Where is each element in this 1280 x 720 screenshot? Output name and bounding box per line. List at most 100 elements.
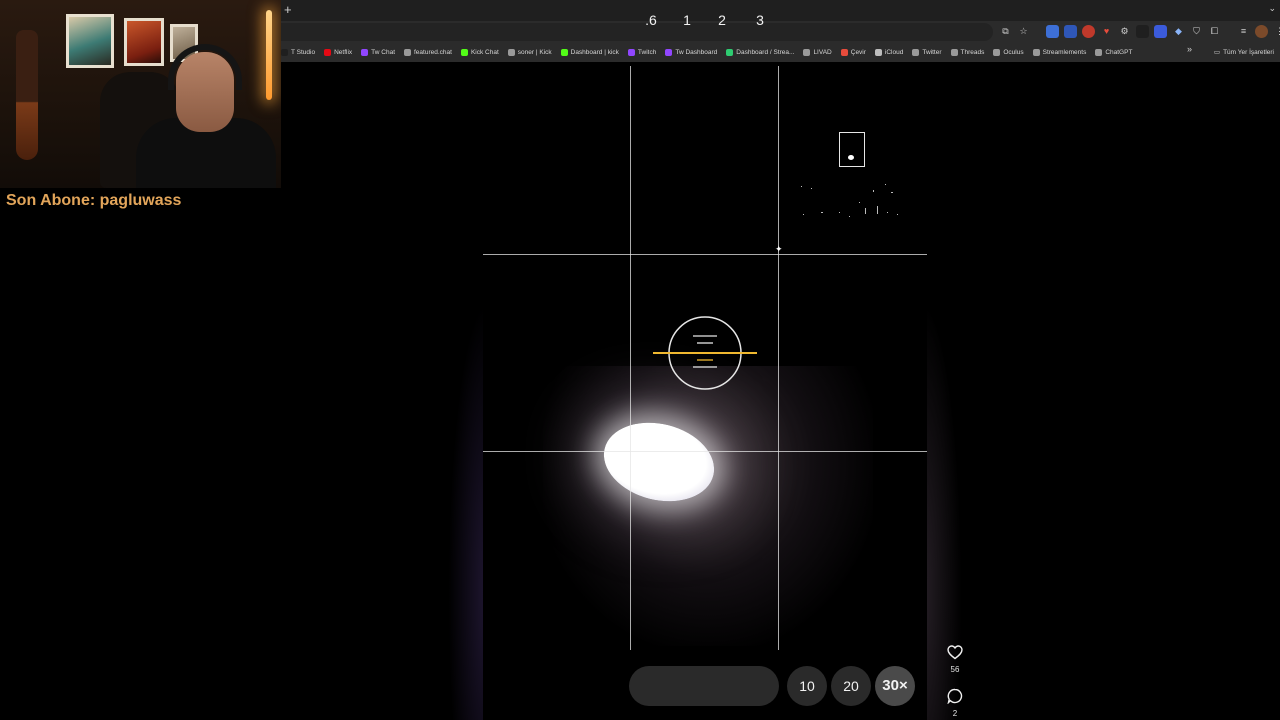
- bookmarks-bar: T Studio Netflix Tw Chat featured.chat Kick …: [281, 44, 1280, 60]
- bookmark-item[interactable]: Dashboard | kick: [560, 48, 619, 56]
- bookmark-item[interactable]: soner | Kick: [507, 48, 552, 56]
- dashboard-icon: [726, 48, 734, 56]
- folder-icon: ▭: [1213, 49, 1221, 56]
- browser-window-chrome: + ⌄ ⧉ ☆ ♥ ⚙ ◆ ⛉ ⧠ ≡ ⋮ T Studio Netflix Tw …: [281, 0, 1280, 62]
- profile-avatar-icon[interactable]: [1255, 25, 1268, 38]
- zoom-10-button[interactable]: 10: [787, 666, 827, 706]
- zoom-20-button[interactable]: 20: [831, 666, 871, 706]
- translate-icon: [840, 48, 848, 56]
- bookmark-label: Threads: [960, 48, 985, 56]
- heart-icon[interactable]: [947, 645, 963, 660]
- toolbar-icons: ⧉ ☆ ♥ ⚙ ◆ ⛉ ⧠ ≡ ⋮: [999, 25, 1280, 38]
- screen-noise: [801, 184, 898, 217]
- bookmark-star-icon[interactable]: ☆: [1017, 25, 1030, 38]
- install-app-icon[interactable]: ⧉: [999, 25, 1012, 38]
- extension-icon[interactable]: ⚙: [1118, 25, 1131, 38]
- bookmark-label: Kick Chat: [470, 48, 499, 56]
- kick-icon: [460, 48, 468, 56]
- bookmark-item[interactable]: Tw Chat: [361, 48, 395, 56]
- bookmark-item[interactable]: Çevir: [840, 48, 866, 56]
- bookmark-label: Twitter: [922, 48, 942, 56]
- bookmark-label: LIVAD: [813, 48, 832, 56]
- globe-icon: [993, 48, 1001, 56]
- zoom-selector: [629, 666, 779, 706]
- bookmark-label: Dashboard / Strea...: [736, 48, 795, 56]
- globe-icon: [950, 48, 958, 56]
- extension-icon[interactable]: [1046, 25, 1059, 38]
- comments-count: 2: [952, 709, 958, 718]
- bookmark-label: Tw Chat: [371, 48, 395, 56]
- comment-action[interactable]: 2: [944, 688, 966, 718]
- zoom-3-button[interactable]: 3: [750, 0, 770, 40]
- bookmark-item[interactable]: Twitter: [912, 48, 942, 56]
- shield-icon[interactable]: ⛉: [1190, 25, 1203, 38]
- bookmark-item[interactable]: ChatGPT: [1095, 48, 1133, 56]
- zoom-preview-box: [839, 132, 865, 167]
- bookmark-label: iCloud: [884, 48, 904, 56]
- grid-line: [778, 66, 779, 650]
- camera-viewfinder[interactable]: ✦: [483, 66, 927, 720]
- extensions-puzzle-icon[interactable]: ⧠: [1208, 25, 1221, 38]
- globe-icon: [803, 48, 811, 56]
- zoom-1-button[interactable]: 1: [677, 0, 697, 40]
- wall-frame: [124, 18, 164, 66]
- cloud-haze: [543, 366, 873, 646]
- bookmark-item[interactable]: featured.chat: [404, 48, 452, 56]
- bookmark-item[interactable]: LIVAD: [803, 48, 832, 56]
- bookmark-item[interactable]: Dashboard / Strea...: [726, 48, 795, 56]
- webcam-feed: [0, 0, 281, 188]
- address-bar-row: ⧉ ☆ ♥ ⚙ ◆ ⛉ ⧠ ≡ ⋮: [281, 21, 1280, 43]
- tab-strip: + ⌄: [281, 0, 1280, 21]
- bookmark-item[interactable]: T Studio: [281, 48, 316, 56]
- extension-icon[interactable]: ♥: [1100, 25, 1113, 38]
- bookmark-item[interactable]: Threads: [950, 48, 985, 56]
- bookmark-item[interactable]: Streamlements: [1032, 48, 1087, 56]
- browser-menu-icon[interactable]: ⋮: [1273, 25, 1280, 38]
- apple-icon: [874, 48, 882, 56]
- globe-icon: [507, 48, 515, 56]
- studio-icon: [281, 48, 288, 56]
- all-bookmarks-button[interactable]: ▭ Tüm Yer İşaretleri: [1213, 48, 1274, 57]
- globe-icon: [912, 48, 920, 56]
- netflix-icon: [324, 48, 332, 56]
- bookmark-label: Dashboard | kick: [570, 48, 619, 56]
- bookmark-label: Twitch: [637, 48, 657, 56]
- grid-line: [630, 66, 631, 650]
- globe-icon: [1032, 48, 1040, 56]
- zoom-30-button[interactable]: 30×: [875, 666, 915, 706]
- bookmark-item[interactable]: Oculus: [993, 48, 1024, 56]
- bookmarks-overflow-button[interactable]: »: [1187, 44, 1192, 54]
- extension-icon[interactable]: ◆: [1172, 25, 1185, 38]
- like-action[interactable]: 56: [944, 645, 966, 674]
- bookmark-item[interactable]: Twitch: [627, 48, 657, 56]
- mouse-cursor-icon: ✦: [775, 244, 783, 254]
- bookmark-item[interactable]: iCloud: [874, 48, 904, 56]
- bookmark-item[interactable]: Kick Chat: [460, 48, 499, 56]
- bookmark-item[interactable]: Tw Dashboard: [665, 48, 718, 56]
- extension-icon[interactable]: [1064, 25, 1077, 38]
- zoom-2-button[interactable]: 2: [712, 0, 732, 40]
- bookmark-label: Tw Dashboard: [675, 48, 718, 56]
- likes-count: 56: [950, 665, 960, 674]
- globe-icon: [404, 48, 411, 56]
- bookmark-label: T Studio: [291, 48, 316, 56]
- tab-search-button[interactable]: ⌄: [1268, 3, 1276, 14]
- zoom-0-6-button[interactable]: .6: [641, 0, 661, 40]
- new-tab-button[interactable]: +: [284, 2, 292, 17]
- bookmark-label: ChatGPT: [1105, 48, 1133, 56]
- media-controls-icon[interactable]: ≡: [1237, 25, 1250, 38]
- bookmark-label: Oculus: [1003, 48, 1024, 56]
- grid-line: [483, 254, 927, 255]
- bookmark-label: Streamlements: [1042, 48, 1087, 56]
- twitch-icon: [627, 48, 635, 56]
- omnibox[interactable]: [281, 23, 993, 41]
- bookmark-item[interactable]: Netflix: [324, 48, 352, 56]
- comment-bubble-icon[interactable]: [947, 688, 963, 705]
- grid-line: [483, 451, 927, 452]
- extension-icon[interactable]: [1136, 25, 1149, 38]
- bookmark-label: featured.chat: [414, 48, 452, 56]
- extension-icon[interactable]: [1082, 25, 1095, 38]
- screen-edge-glow: [448, 300, 488, 720]
- bookmark-label: soner | Kick: [517, 48, 552, 56]
- extension-icon[interactable]: [1154, 25, 1167, 38]
